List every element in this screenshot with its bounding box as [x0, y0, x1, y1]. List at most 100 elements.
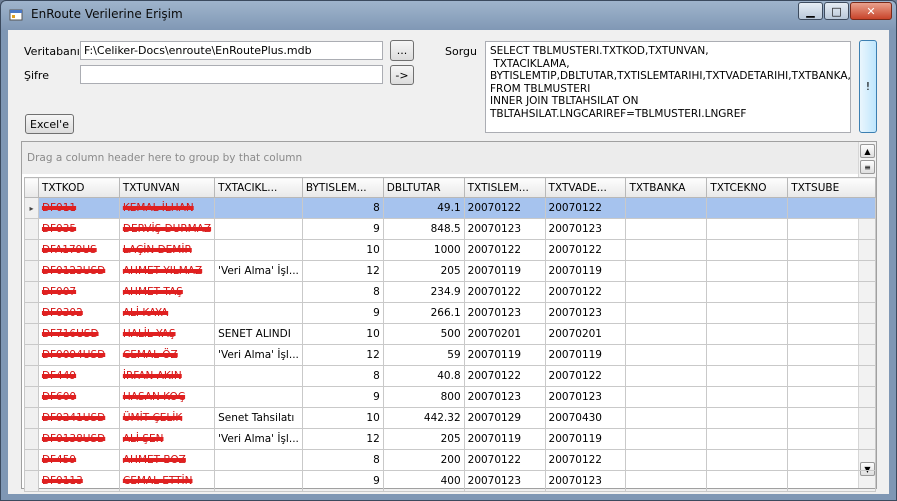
table-cell[interactable]: ALİ ŞEN [118, 428, 216, 450]
table-cell[interactable]: 848.5 [382, 218, 465, 240]
table-cell[interactable] [787, 302, 876, 324]
table-row[interactable]: DF716USD HALİL YAŞ SENET ALINDI 10 500 200702… [24, 323, 876, 345]
table-cell[interactable]: 205 [382, 260, 465, 282]
table-cell[interactable] [787, 218, 876, 240]
table-cell[interactable]: 9 [301, 470, 384, 492]
table-cell[interactable] [787, 365, 876, 387]
scroll-up-icon[interactable]: ▲ [860, 144, 875, 158]
table-cell[interactable]: 'Veri Alma' İşl... [214, 428, 303, 450]
export-excel-button[interactable]: Excel'e [25, 114, 74, 134]
table-cell[interactable] [625, 197, 708, 219]
column-header-txtislem[interactable]: TXTISLEM... [463, 177, 546, 198]
column-header-txtbanka[interactable]: TXTBANKA [625, 177, 708, 198]
table-cell[interactable] [706, 260, 789, 282]
table-cell[interactable] [625, 281, 708, 303]
table-cell[interactable]: ÜMİT ÇELİK [118, 407, 216, 429]
table-cell[interactable]: 20070122 [544, 239, 627, 261]
table-cell[interactable] [214, 386, 303, 408]
table-cell[interactable]: 8 [301, 365, 384, 387]
table-cell[interactable]: 20070123 [544, 386, 627, 408]
table-cell[interactable] [787, 386, 876, 408]
table-cell[interactable] [214, 302, 303, 324]
table-cell[interactable]: DFA179US [37, 239, 120, 261]
table-cell[interactable]: 20070119 [544, 260, 627, 282]
column-header-txtacikl[interactable]: TXTACIKL... [214, 177, 303, 198]
table-cell[interactable]: DF007 [37, 281, 120, 303]
table-cell[interactable]: CEMAL ÖZ [118, 344, 216, 366]
table-cell[interactable] [214, 470, 303, 492]
row-indicator-icon[interactable] [24, 365, 39, 387]
table-cell[interactable] [706, 428, 789, 450]
column-header-bytislem[interactable]: BYTISLEM... [301, 177, 384, 198]
table-cell[interactable]: DF0302 [37, 302, 120, 324]
table-cell[interactable]: 20070123 [544, 302, 627, 324]
table-cell[interactable]: 200 [382, 449, 465, 471]
table-cell[interactable]: 'Veri Alma' İşl... [214, 344, 303, 366]
table-cell[interactable]: 20070122 [463, 449, 546, 471]
table-cell[interactable]: 59 [382, 344, 465, 366]
table-cell[interactable]: AHMET TAŞ [118, 281, 216, 303]
table-row[interactable]: DFA179US LAÇİN DEMİR 10 1000 20070122 2007012… [24, 239, 876, 261]
table-cell[interactable]: KEMAL İLHAN [118, 197, 216, 219]
table-cell[interactable] [214, 218, 303, 240]
table-cell[interactable]: 10 [301, 239, 384, 261]
column-header-dbltutar[interactable]: DBLTUTAR [382, 177, 465, 198]
table-cell[interactable]: 20070122 [544, 365, 627, 387]
table-cell[interactable] [625, 260, 708, 282]
table-cell[interactable]: ALİ KAYA [118, 302, 216, 324]
query-textarea[interactable]: SELECT TBLMUSTERI.TXTKOD,TXTUNVAN, TXTAC… [485, 41, 851, 133]
table-cell[interactable] [706, 302, 789, 324]
table-cell[interactable] [787, 449, 876, 471]
table-cell[interactable]: 20070119 [463, 260, 546, 282]
table-cell[interactable] [625, 302, 708, 324]
row-indicator-icon[interactable] [24, 302, 39, 324]
table-cell[interactable] [625, 239, 708, 261]
table-cell[interactable] [787, 323, 876, 345]
table-cell[interactable] [787, 428, 876, 450]
table-cell[interactable]: HALİL YAŞ [118, 323, 216, 345]
close-button[interactable]: ✕ [850, 2, 892, 20]
table-cell[interactable]: 9 [301, 218, 384, 240]
group-by-panel[interactable]: Drag a column header here to group by th… [22, 142, 858, 174]
table-cell[interactable] [787, 281, 876, 303]
execute-query-button[interactable]: ! [859, 40, 877, 133]
row-indicator-icon[interactable] [24, 428, 39, 450]
table-cell[interactable]: 20070123 [463, 386, 546, 408]
table-cell[interactable] [625, 218, 708, 240]
table-cell[interactable]: DF0094USD [37, 344, 120, 366]
table-row[interactable]: DF0138USD ALİ ŞEN 'Veri Alma' İşl... 12 205 2… [24, 428, 876, 450]
table-row[interactable]: DF0123USD AHMET YILMAZ 'Veri Alma' İşl... 1… [24, 260, 876, 282]
browse-button[interactable]: ... [390, 40, 414, 61]
table-cell[interactable]: 442.32 [382, 407, 465, 429]
column-header-txtcekno[interactable]: TXTCEKNO [706, 177, 789, 198]
maximize-button[interactable]: □ [824, 2, 849, 20]
table-cell[interactable]: 20070122 [463, 239, 546, 261]
table-cell[interactable]: 20070201 [463, 323, 546, 345]
table-cell[interactable] [625, 365, 708, 387]
table-cell[interactable]: 20070119 [463, 344, 546, 366]
table-cell[interactable]: 20070119 [544, 344, 627, 366]
table-cell[interactable]: DF716USD [37, 323, 120, 345]
table-cell[interactable]: DF0123USD [37, 260, 120, 282]
column-header-txtvade[interactable]: TXTVADE... [544, 177, 627, 198]
table-cell[interactable] [625, 428, 708, 450]
table-cell[interactable]: DF459 [37, 449, 120, 471]
table-cell[interactable] [706, 323, 789, 345]
table-cell[interactable]: 1000 [382, 239, 465, 261]
password-input[interactable] [80, 65, 383, 84]
row-indicator-icon[interactable] [24, 239, 39, 261]
table-cell[interactable]: 20070123 [544, 470, 627, 492]
table-cell[interactable]: HASAN KOÇ [118, 386, 216, 408]
table-cell[interactable] [214, 365, 303, 387]
table-cell[interactable]: 400 [382, 470, 465, 492]
table-cell[interactable]: DF600 [37, 386, 120, 408]
table-cell[interactable]: 20070122 [544, 197, 627, 219]
table-cell[interactable] [787, 260, 876, 282]
table-cell[interactable]: 8 [301, 281, 384, 303]
table-cell[interactable] [625, 449, 708, 471]
row-indicator-icon[interactable] [24, 407, 39, 429]
table-cell[interactable] [214, 449, 303, 471]
table-cell[interactable]: 20070123 [463, 302, 546, 324]
table-row[interactable]: DF449 İRFAN AKIN 8 40.8 20070122 20070122 [24, 365, 876, 387]
table-cell[interactable] [787, 197, 876, 219]
